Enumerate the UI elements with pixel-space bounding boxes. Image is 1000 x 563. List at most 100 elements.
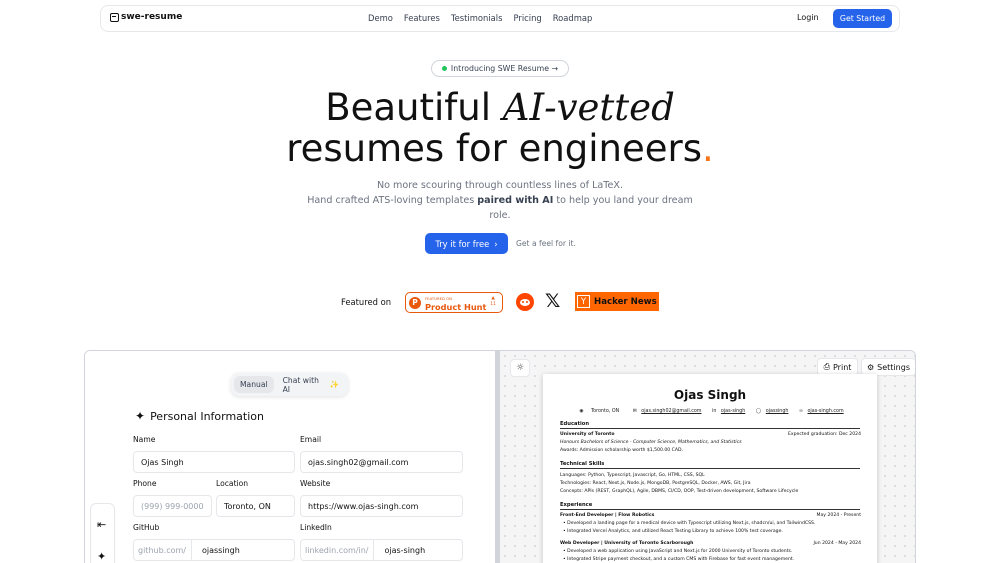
website-field[interactable]: https://www.ojas-singh.com [300, 495, 463, 517]
hero-title: Beautiful AI-vetted resumes for engineer… [0, 87, 1000, 169]
product-hunt-badge[interactable]: P FEATURED ON Product Hunt ▲ 11 [405, 292, 503, 313]
resume-github: ◯ ojassingh [753, 409, 789, 414]
github-value: ojassingh [201, 545, 240, 555]
phone-field[interactable]: (999) 999-0000 [133, 495, 212, 517]
ph-votes: ▲ 11 [490, 296, 496, 307]
nav-link-testimonials[interactable]: Testimonials [451, 13, 503, 23]
reddit-icon[interactable] [516, 293, 534, 311]
resume-preview: Ojas Singh ◉ Toronto, ON ✉ ojas.singh02@… [543, 374, 877, 563]
try-free-button[interactable]: Try it for free › [425, 233, 508, 254]
education-heading: Education [560, 421, 590, 427]
job2-bullet1: • Developed a web application using Java… [563, 549, 793, 554]
feel-link[interactable]: Get a feel for it. [516, 239, 576, 248]
hacker-news-badge[interactable]: Y Hacker News [575, 292, 659, 311]
mode-manual-tab[interactable]: Manual [234, 376, 274, 393]
brand-name: swe-resume [121, 12, 183, 22]
brand-logo[interactable]: swe-resume [110, 12, 182, 22]
education-rule [560, 428, 860, 429]
hacker-news-label: Hacker News [594, 296, 657, 307]
nav-link-pricing[interactable]: Pricing [513, 13, 541, 23]
linkedin-label: LinkedIn [300, 523, 332, 532]
link-icon: ∞ [798, 409, 803, 414]
hero-title-line2: resumes for engineers [286, 127, 703, 170]
linkedin-icon: in [712, 409, 717, 414]
top-navbar: swe-resume Demo Features Testimonials Pr… [100, 5, 900, 32]
job2-bullet2: • Integrated Stripe payment checkout, an… [563, 557, 795, 562]
resume-location-text: Toronto, ON [591, 409, 620, 414]
status-dot-icon [441, 66, 447, 71]
job1-bullet1: • Developed a landing page for a medical… [563, 521, 816, 526]
linkedin-prefix: linkedin.com/in/ [305, 540, 375, 560]
collapse-left-icon[interactable]: ⇤ [97, 518, 106, 531]
school-name: University of Toronto [560, 432, 615, 437]
skills-languages: Languages: Python, Typescript, Javascrip… [560, 473, 705, 478]
featured-label: Featured on [341, 297, 392, 307]
side-rail: ⇤ ✦ [90, 503, 115, 563]
resume-email: ✉ ojas.singh02@gmail.com [630, 409, 702, 414]
resume-name: Ojas Singh [673, 388, 747, 402]
subtitle-line1: No more scouring through countless lines… [376, 180, 624, 191]
skills-concepts: Concepts: APIs (REST, GraphQL), Agile, D… [560, 489, 799, 494]
job1-date: May 2024 - Present [816, 513, 861, 518]
location-field[interactable]: Toronto, ON [216, 495, 295, 517]
section-title-label: Personal Information [150, 409, 264, 423]
github-label: GitHub [133, 523, 160, 532]
resume-location: ◉ Toronto, ON [576, 409, 622, 414]
resume-website-text: ojas-singh.com [807, 409, 844, 414]
ph-name: Product Hunt [425, 301, 487, 312]
settings-label: Settings [877, 362, 910, 372]
sparkle-icon: ✨ [329, 380, 339, 389]
subtitle-bold: paired with AI [477, 195, 554, 206]
theme-toggle-button[interactable]: ☼ [510, 359, 530, 377]
product-hunt-icon: P [409, 296, 421, 309]
person-rail-icon[interactable]: ✦ [97, 550, 106, 563]
email-label: Email [300, 435, 322, 444]
y-combinator-icon: Y [577, 295, 590, 308]
linkedin-field[interactable]: linkedin.com/in/ ojas-singh [300, 539, 463, 561]
resume-linkedin: in ojas-singh [709, 409, 745, 414]
job1-bullet2: • Integrated Vercel Analytics, and utili… [563, 529, 783, 534]
degree: Honours Bachelors of Science - Computer … [560, 440, 742, 445]
mode-toggle: Manual Chat with AI ✨ [231, 373, 348, 396]
resume-contact: ◉ Toronto, ON ✉ ojas.singh02@gmail.com i… [543, 409, 877, 414]
email-field[interactable]: ojas.singh02@gmail.com [300, 451, 463, 473]
mode-chat-label: Chat with AI [282, 375, 319, 394]
section-title: ✦ Personal Information [135, 409, 264, 423]
editor-pane: Manual Chat with AI ✨ ✦ Personal Informat… [85, 351, 495, 563]
mail-icon: ✉ [632, 409, 637, 414]
skills-technologies: Technologies: React, Next.js, Node.js, M… [560, 481, 751, 486]
job2-title: Web Developer | University of Toronto Sc… [560, 541, 694, 546]
phone-label: Phone [133, 479, 157, 488]
intro-badge[interactable]: Introducing SWE Resume → [431, 60, 569, 77]
name-field[interactable]: Ojas Singh [133, 451, 295, 473]
login-link[interactable]: Login [797, 13, 819, 22]
experience-heading: Experience [560, 502, 593, 508]
person-icon: ✦ [135, 409, 146, 423]
resume-website: ∞ ojas-singh.com [796, 409, 844, 414]
skills-rule [560, 468, 860, 469]
chevron-right-icon: › [494, 238, 498, 249]
get-started-button[interactable]: Get Started [833, 9, 892, 28]
location-label: Location [216, 479, 249, 488]
skills-heading: Technical Skills [560, 461, 605, 467]
hero-title-dot: . [702, 127, 714, 170]
experience-rule [560, 509, 860, 510]
nav-link-features[interactable]: Features [404, 13, 440, 23]
nav-link-demo[interactable]: Demo [368, 13, 393, 23]
intro-badge-label: Introducing SWE Resume → [450, 64, 559, 73]
subtitle-line2a: Hand crafted ATS-loving templates [307, 195, 478, 206]
resume-linkedin-text: ojas-singh [720, 409, 746, 414]
github-field[interactable]: github.com/ ojassingh [133, 539, 295, 561]
x-twitter-icon[interactable]: 𝕏 [545, 291, 560, 311]
terminal-icon [110, 12, 119, 22]
resume-github-text: ojassingh [765, 409, 789, 414]
job1-title: Front-End Developer | Flow Robotics [560, 513, 655, 518]
hero-subtitle: No more scouring through countless lines… [300, 178, 700, 223]
nav-link-roadmap[interactable]: Roadmap [553, 13, 593, 23]
mode-chat-tab[interactable]: Chat with AI ✨ [277, 375, 345, 394]
resume-email-text: ojas.singh02@gmail.com [641, 409, 702, 414]
ph-vote-count: 11 [490, 302, 496, 307]
print-label: Print [833, 362, 852, 372]
graduation-date: Expected graduation: Dec 2024 [787, 432, 861, 437]
name-label: Name [133, 435, 156, 444]
